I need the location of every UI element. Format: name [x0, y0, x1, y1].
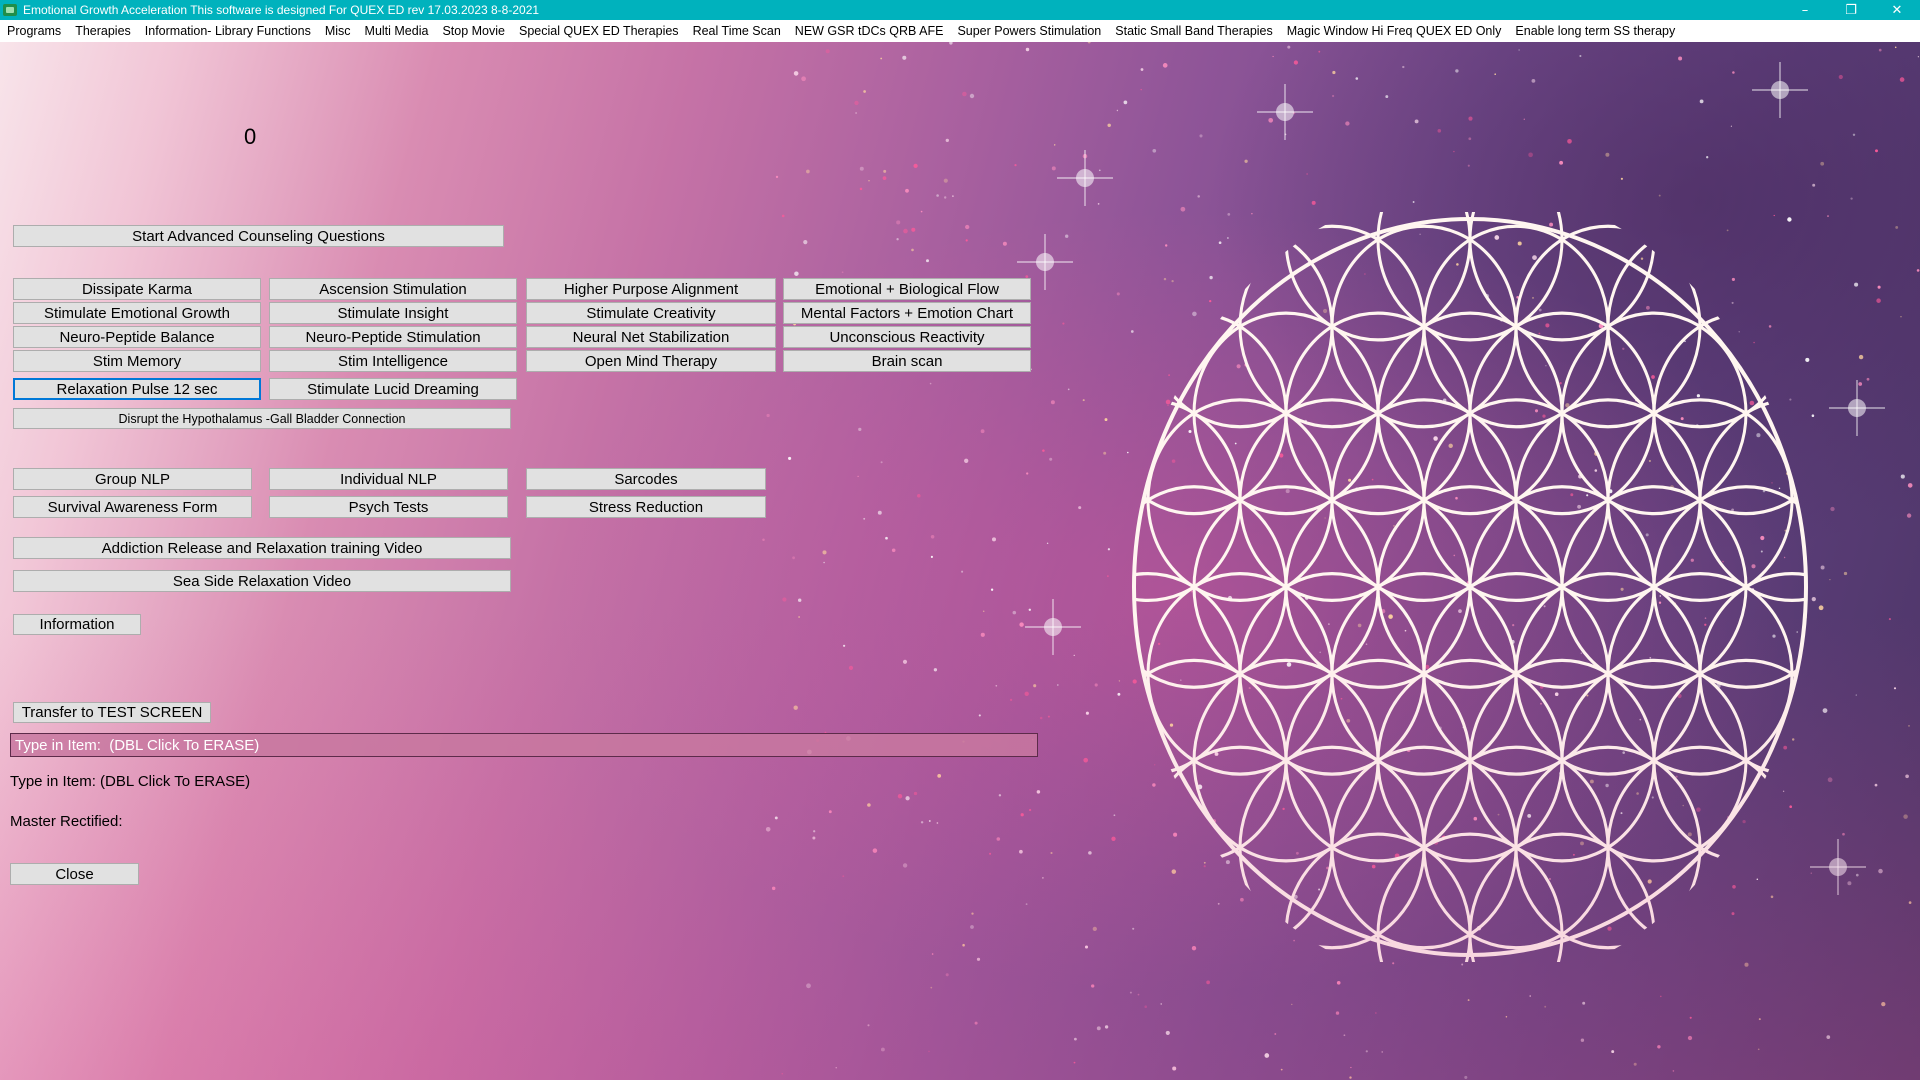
menu-special-therapies[interactable]: Special QUEX ED Therapies [512, 24, 686, 38]
menu-multi-media[interactable]: Multi Media [358, 24, 436, 38]
item-input[interactable] [10, 733, 1038, 757]
menu-bar: Programs Therapies Information- Library … [0, 20, 1920, 42]
maximize-icon[interactable]: ❐ [1828, 0, 1874, 20]
relaxation-pulse-button[interactable]: Relaxation Pulse 12 sec [13, 378, 261, 400]
stimulate-lucid-dreaming-button[interactable]: Stimulate Lucid Dreaming [269, 378, 517, 400]
transfer-test-screen-button[interactable]: Transfer to TEST SCREEN [13, 702, 211, 723]
master-rectified-label: Master Rectified: [10, 813, 123, 830]
sarcodes-button[interactable]: Sarcodes [526, 468, 766, 490]
flower-of-life-image [1132, 212, 1808, 962]
information-button[interactable]: Information [13, 614, 141, 635]
starfield-image [760, 42, 1920, 1079]
individual-nlp-button[interactable]: Individual NLP [269, 468, 508, 490]
app-icon [3, 4, 17, 16]
dissipate-karma-button[interactable]: Dissipate Karma [13, 278, 261, 300]
menu-real-time-scan[interactable]: Real Time Scan [686, 24, 788, 38]
brain-scan-button[interactable]: Brain scan [783, 350, 1031, 372]
close-button[interactable]: Close [10, 863, 139, 885]
menu-misc[interactable]: Misc [318, 24, 358, 38]
type-in-item-label: Type in Item: (DBL Click To ERASE) [10, 773, 251, 790]
seaside-video-button[interactable]: Sea Side Relaxation Video [13, 570, 511, 592]
addiction-video-button[interactable]: Addiction Release and Relaxation trainin… [13, 537, 511, 559]
stim-intelligence-button[interactable]: Stim Intelligence [269, 350, 517, 372]
group-nlp-button[interactable]: Group NLP [13, 468, 252, 490]
window-title: Emotional Growth Acceleration This softw… [23, 3, 540, 17]
menu-information-library[interactable]: Information- Library Functions [138, 24, 318, 38]
open-mind-therapy-button[interactable]: Open Mind Therapy [526, 350, 776, 372]
menu-therapies[interactable]: Therapies [68, 24, 138, 38]
menu-long-term-ss[interactable]: Enable long term SS therapy [1508, 24, 1682, 38]
stimulate-insight-button[interactable]: Stimulate Insight [269, 302, 517, 324]
menu-stop-movie[interactable]: Stop Movie [435, 24, 512, 38]
minimize-icon[interactable]: – [1782, 0, 1828, 20]
start-counseling-button[interactable]: Start Advanced Counseling Questions [13, 225, 504, 247]
neuro-peptide-balance-button[interactable]: Neuro-Peptide Balance [13, 326, 261, 348]
stress-reduction-button[interactable]: Stress Reduction [526, 496, 766, 518]
survival-awareness-form-button[interactable]: Survival Awareness Form [13, 496, 252, 518]
menu-programs[interactable]: Programs [0, 24, 68, 38]
psych-tests-button[interactable]: Psych Tests [269, 496, 508, 518]
window-controls: – ❐ ✕ [1782, 0, 1920, 20]
title-bar: Emotional Growth Acceleration This softw… [0, 0, 1920, 20]
unconscious-reactivity-button[interactable]: Unconscious Reactivity [783, 326, 1031, 348]
stimulate-emotional-growth-button[interactable]: Stimulate Emotional Growth [13, 302, 261, 324]
ascension-stimulation-button[interactable]: Ascension Stimulation [269, 278, 517, 300]
disrupt-hypothalamus-button[interactable]: Disrupt the Hypothalamus -Gall Bladder C… [13, 408, 511, 429]
stimulate-creativity-button[interactable]: Stimulate Creativity [526, 302, 776, 324]
mental-factors-emotion-chart-button[interactable]: Mental Factors + Emotion Chart [783, 302, 1031, 324]
higher-purpose-alignment-button[interactable]: Higher Purpose Alignment [526, 278, 776, 300]
menu-super-powers[interactable]: Super Powers Stimulation [950, 24, 1108, 38]
close-icon[interactable]: ✕ [1874, 0, 1920, 20]
emotional-biological-flow-button[interactable]: Emotional + Biological Flow [783, 278, 1031, 300]
neuro-peptide-stimulation-button[interactable]: Neuro-Peptide Stimulation [269, 326, 517, 348]
neural-net-stabilization-button[interactable]: Neural Net Stabilization [526, 326, 776, 348]
menu-magic-window[interactable]: Magic Window Hi Freq QUEX ED Only [1280, 24, 1509, 38]
menu-static-small-band[interactable]: Static Small Band Therapies [1108, 24, 1280, 38]
session-counter: 0 [244, 124, 257, 149]
background-cosmic [0, 42, 1920, 1080]
stim-memory-button[interactable]: Stim Memory [13, 350, 261, 372]
menu-gsr-tdcs[interactable]: NEW GSR tDCs QRB AFE [788, 24, 951, 38]
